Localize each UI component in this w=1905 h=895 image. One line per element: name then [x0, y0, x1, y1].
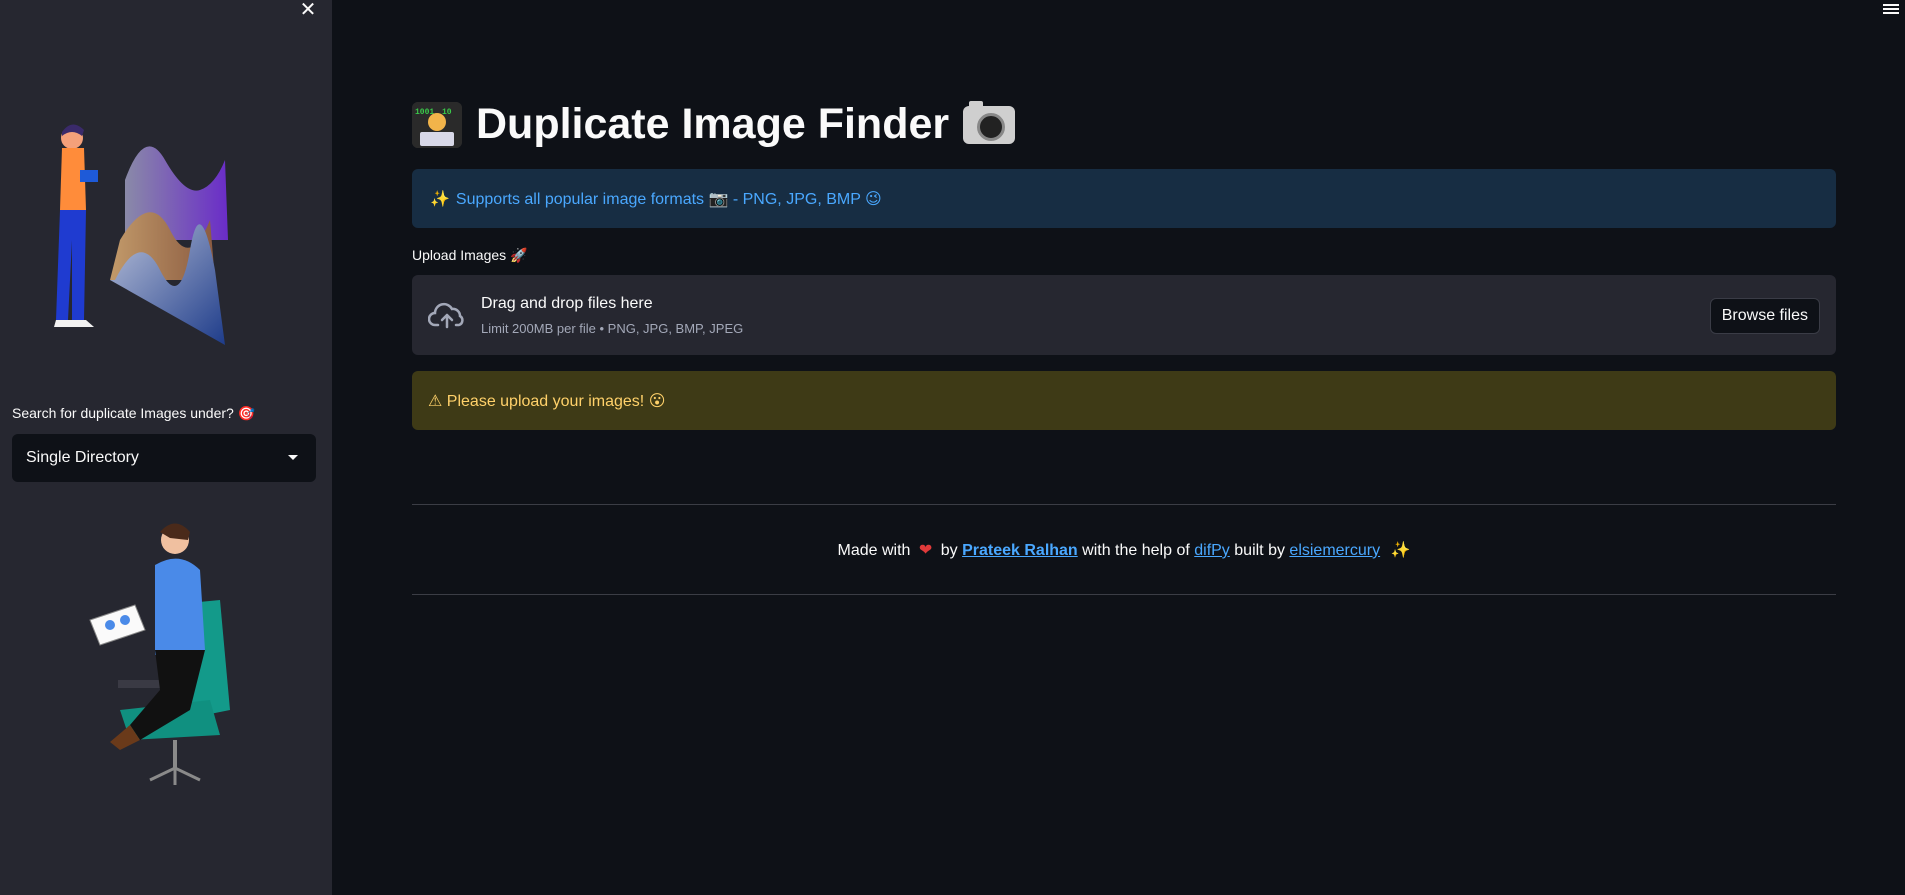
sidebar: ✕ Search for duplicate Images under? 🎯 S… — [0, 0, 332, 895]
footer: Made with ❤ by Prateek Ralhan with the h… — [412, 540, 1836, 560]
search-scope-value: Single Directory — [26, 449, 139, 466]
warning-banner: ⚠ Please upload your images! 😮 — [412, 371, 1836, 430]
search-scope-select[interactable]: Single Directory — [12, 434, 316, 482]
search-scope-label: Search for duplicate Images under? 🎯 — [12, 405, 256, 421]
sparkles-icon: ✨ — [1390, 542, 1411, 559]
close-sidebar-button[interactable]: ✕ — [296, 0, 320, 22]
divider-bottom — [412, 594, 1836, 595]
author-link[interactable]: Prateek Ralhan — [962, 542, 1078, 559]
sparkles-icon: ✨ — [430, 190, 450, 208]
hamburger-menu-icon — [1881, 4, 1901, 14]
reader-illustration — [89, 523, 230, 785]
footer-made-with: Made with — [837, 542, 911, 559]
close-icon: ✕ — [299, 0, 317, 21]
file-dropzone[interactable]: Drag and drop files here Limit 200MB per… — [412, 275, 1836, 355]
chevron-down-icon — [288, 455, 298, 460]
main-menu-button[interactable] — [1881, 2, 1901, 18]
difpy-link[interactable]: difPy — [1194, 542, 1230, 559]
heart-icon: ❤ — [918, 542, 933, 559]
dropzone-title: Drag and drop files here — [481, 295, 653, 312]
dropzone-limit-text: Limit 200MB per file • PNG, JPG, BMP, JP… — [481, 321, 744, 336]
footer-by: by — [940, 542, 958, 559]
cloud-upload-icon — [428, 302, 464, 329]
page-title: 1001 10 Duplicate Image Finder — [412, 100, 1016, 149]
coder-emoji-icon: 1001 10 — [412, 101, 462, 148]
info-banner: ✨ Supports all popular image formats 📷 -… — [412, 169, 1836, 228]
elsiemercury-link[interactable]: elsiemercury — [1289, 542, 1380, 559]
upload-label: Upload Images 🚀 — [412, 247, 528, 263]
browse-files-button[interactable]: Browse files — [1709, 298, 1820, 334]
divider-top — [412, 504, 1836, 505]
analyst-illustration — [54, 124, 228, 345]
page-title-text: Duplicate Image Finder — [476, 100, 950, 148]
footer-help-text: with the help of — [1082, 542, 1190, 559]
footer-built-by: built by — [1234, 542, 1285, 559]
camera-icon — [963, 100, 1016, 144]
info-banner-text: Supports all popular image formats 📷 - P… — [455, 190, 882, 208]
svg-text:10: 10 — [442, 108, 452, 117]
